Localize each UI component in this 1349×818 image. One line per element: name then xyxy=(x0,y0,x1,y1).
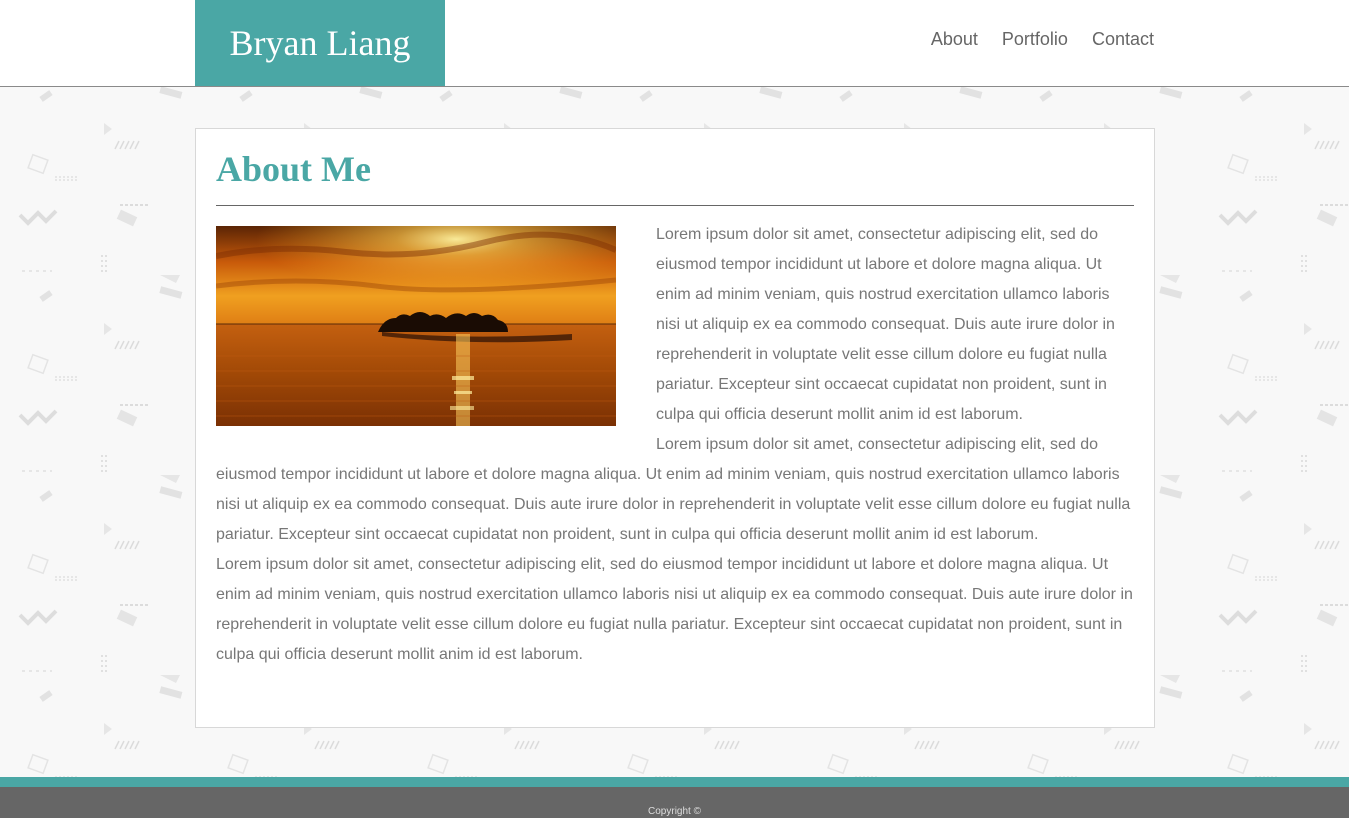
about-paragraph-2: Lorem ipsum dolor sit amet, consectetur … xyxy=(216,436,1131,543)
page-title: About Me xyxy=(216,149,371,189)
about-card: About Me Lorem ipsum dolor sit amet, con… xyxy=(195,128,1155,728)
site-footer: Copyright © xyxy=(0,787,1349,818)
logo-text[interactable]: Bryan Liang xyxy=(230,22,411,64)
title-divider xyxy=(216,205,1134,206)
about-content: About Me Lorem ipsum dolor sit amet, con… xyxy=(216,147,1134,670)
nav-link-about[interactable]: About xyxy=(931,29,978,50)
about-paragraph-3: Lorem ipsum dolor sit amet, consectetur … xyxy=(216,556,1133,663)
nav-link-portfolio[interactable]: Portfolio xyxy=(1002,29,1068,50)
site-header: Bryan Liang About Portfolio Contact xyxy=(0,0,1349,87)
nav-link-contact[interactable]: Contact xyxy=(1092,29,1154,50)
footer-accent-band xyxy=(0,777,1349,787)
copyright-text: Copyright © xyxy=(648,806,701,817)
main-nav: About Portfolio Contact xyxy=(931,29,1154,50)
about-photo xyxy=(216,226,616,426)
site-logo[interactable]: Bryan Liang xyxy=(195,0,445,86)
